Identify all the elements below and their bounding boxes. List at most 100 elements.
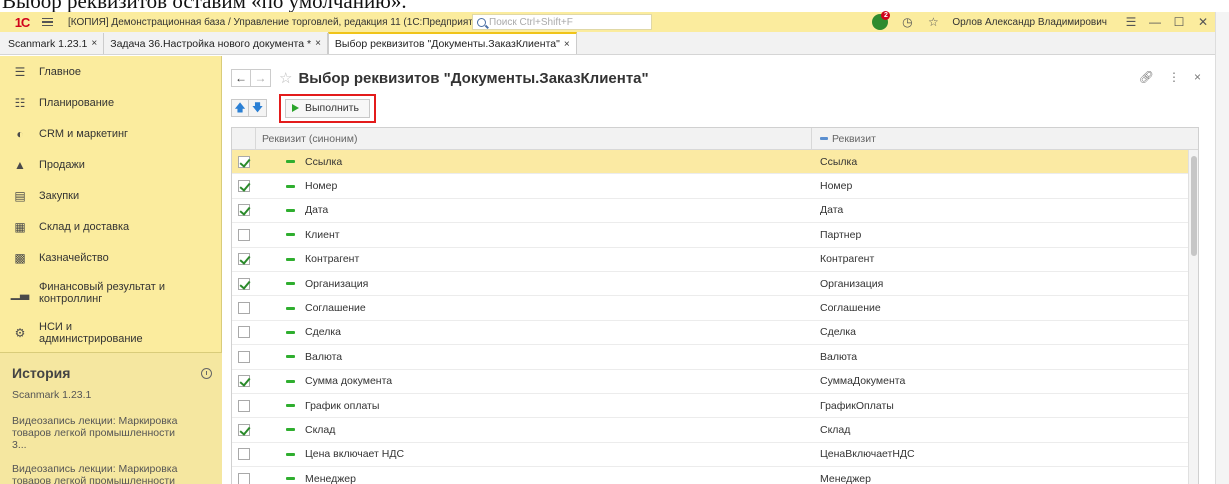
table-row[interactable]: Клиент Партнер — [232, 223, 1198, 248]
table-row[interactable]: Контрагент Контрагент — [232, 248, 1198, 272]
sidebar-item-financial-result[interactable]: ▁▃ Финансовый результат и контроллинг — [0, 273, 221, 313]
check-cell — [232, 253, 256, 266]
row-checkbox[interactable] — [238, 180, 250, 193]
history-item[interactable]: Видеозапись лекции: Маркировка товаров л… — [0, 463, 190, 484]
requisite-cell: СуммаДокумента — [820, 375, 906, 388]
row-checkbox[interactable] — [238, 155, 250, 168]
synonym-text: Ссылка — [305, 155, 343, 168]
tab-close-icon[interactable]: × — [564, 39, 570, 50]
more-actions-icon[interactable]: ⋮ — [1168, 70, 1180, 84]
favorite-star-icon[interactable]: ☆ — [279, 69, 292, 87]
check-cell — [232, 302, 256, 315]
sidebar-item-label: CRM и маркетинг — [39, 127, 129, 140]
tab-task-36[interactable]: Задача 36.Настройка нового документа * × — [104, 33, 328, 54]
minimize-icon[interactable]: — — [1143, 12, 1167, 32]
history-item[interactable]: Видеозапись лекции: Маркировка товаров л… — [0, 415, 190, 451]
sidebar-item-label: Главное — [39, 65, 82, 78]
attribute-icon — [286, 160, 295, 164]
row-checkbox[interactable] — [238, 253, 250, 266]
table-row[interactable]: Валюта Валюта — [232, 345, 1198, 370]
table-row[interactable]: Сделка Сделка — [232, 321, 1198, 346]
table-row[interactable]: Соглашение Соглашение — [232, 296, 1198, 321]
sidebar-item-label: Закупки — [39, 189, 80, 202]
row-checkbox[interactable] — [238, 448, 250, 461]
tab-close-icon[interactable]: × — [91, 38, 97, 49]
row-checkbox[interactable] — [238, 375, 250, 388]
requisite-cell: Организация — [820, 277, 884, 290]
tab-select-requisites[interactable]: Выбор реквизитов "Документы.ЗаказКлиента… — [327, 32, 577, 54]
table-row[interactable]: Номер Номер — [232, 174, 1198, 199]
check-cell — [232, 155, 256, 168]
move-up-button[interactable]: 🡅 — [231, 99, 249, 117]
notifications-icon[interactable]: 2 — [872, 11, 891, 30]
synonym-text: Сумма документа — [305, 375, 393, 388]
table-row[interactable]: Дата Дата — [232, 199, 1198, 224]
sidebar-item-planning[interactable]: ☷ Планирование — [0, 87, 221, 118]
table-scrollbar[interactable] — [1188, 150, 1198, 484]
column-header-requisite[interactable]: Реквизит — [812, 133, 1198, 145]
close-icon[interactable]: ✕ — [1191, 12, 1215, 32]
table-row[interactable]: Организация Организация — [232, 272, 1198, 297]
requisite-cell: Номер — [820, 180, 853, 193]
close-form-icon[interactable]: × — [1194, 70, 1201, 84]
row-checkbox[interactable] — [238, 302, 250, 315]
sidebar-item-warehouse[interactable]: ▦ Склад и доставка — [0, 211, 221, 242]
table-row[interactable]: Сумма документа СуммаДокумента — [232, 370, 1198, 394]
history-panel: История Scanmark 1.23.1 Видеозапись лекц… — [0, 352, 222, 484]
main-menu-icon[interactable] — [42, 12, 58, 32]
synonym-text: Дата — [305, 204, 329, 217]
back-button[interactable]: ← — [231, 69, 251, 87]
row-checkbox[interactable] — [238, 399, 250, 412]
window-edge — [1215, 12, 1229, 484]
table-row[interactable]: Менеджер Менеджер — [232, 467, 1198, 484]
tab-label: Scanmark 1.23.1 — [8, 37, 88, 50]
user-name[interactable]: Орлов Александр Владимирович — [952, 17, 1107, 28]
move-down-button[interactable]: 🡇 — [249, 99, 267, 117]
row-checkbox[interactable] — [238, 277, 250, 290]
tab-close-icon[interactable]: × — [315, 38, 321, 49]
favorites-star-icon[interactable]: ☆ — [926, 15, 940, 29]
column-header-synonym[interactable]: Реквизит (синоним) — [256, 127, 812, 150]
app-title: [КОПИЯ] Демонстрационная база / Управлен… — [68, 16, 488, 28]
tab-scanmark[interactable]: Scanmark 1.23.1 × — [2, 33, 105, 54]
maximize-icon[interactable]: ☐ — [1167, 12, 1191, 32]
sidebar-item-nsi-admin[interactable]: ⚙ НСИ и администрирование — [0, 313, 221, 353]
check-cell — [232, 204, 256, 217]
row-checkbox[interactable] — [238, 326, 250, 339]
history-icon[interactable]: ◷ — [900, 15, 914, 29]
row-checkbox[interactable] — [238, 350, 250, 363]
check-cell — [232, 399, 256, 412]
table-row[interactable]: График оплаты ГрафикОплаты — [232, 394, 1198, 419]
history-clock-icon[interactable] — [201, 367, 212, 379]
search-input[interactable]: Поиск Ctrl+Shift+F — [472, 14, 652, 30]
settings-menu-icon[interactable]: ☰ — [1119, 12, 1143, 32]
row-checkbox[interactable] — [238, 228, 250, 241]
requisite-cell: Сделка — [820, 326, 856, 339]
table-row[interactable]: Ссылка Ссылка — [232, 150, 1198, 175]
forward-button[interactable]: → — [251, 69, 271, 87]
warehouse-icon: ▦ — [14, 219, 26, 234]
page-title: Выбор реквизитов "Документы.ЗаказКлиента… — [298, 69, 649, 87]
row-checkbox[interactable] — [238, 204, 250, 217]
row-checkbox[interactable] — [238, 472, 250, 484]
sidebar-item-label: Казначейство — [39, 251, 109, 264]
row-checkbox[interactable] — [238, 423, 250, 436]
synonym-cell: Контрагент — [256, 253, 812, 265]
planning-icon: ☷ — [14, 95, 26, 110]
sidebar-item-crm[interactable]: ◐ CRM и маркетинг — [0, 118, 221, 149]
sidebar-item-treasury[interactable]: ▩ Казначейство — [0, 242, 221, 273]
attribute-icon — [286, 184, 295, 188]
execute-button[interactable]: Выполнить — [285, 98, 370, 118]
table-row[interactable]: Цена включает НДС ЦенаВключаетНДС — [232, 443, 1198, 468]
table-row[interactable]: Склад Склад — [232, 418, 1198, 443]
link-icon[interactable]: 🔗︎ — [1139, 70, 1154, 84]
scrollbar-thumb[interactable] — [1191, 156, 1197, 256]
requisite-cell: Контрагент — [820, 253, 875, 266]
sidebar-item-sales[interactable]: ▲ Продажи — [0, 149, 221, 180]
history-item[interactable]: Scanmark 1.23.1 — [0, 389, 222, 401]
check-cell — [232, 350, 256, 363]
header-check-cell — [232, 127, 256, 150]
sidebar-item-purchases[interactable]: ▤ Закупки — [0, 180, 221, 211]
chart-icon: ▁▃ — [10, 286, 30, 300]
sidebar-item-main[interactable]: ☰ Главное — [0, 56, 221, 87]
